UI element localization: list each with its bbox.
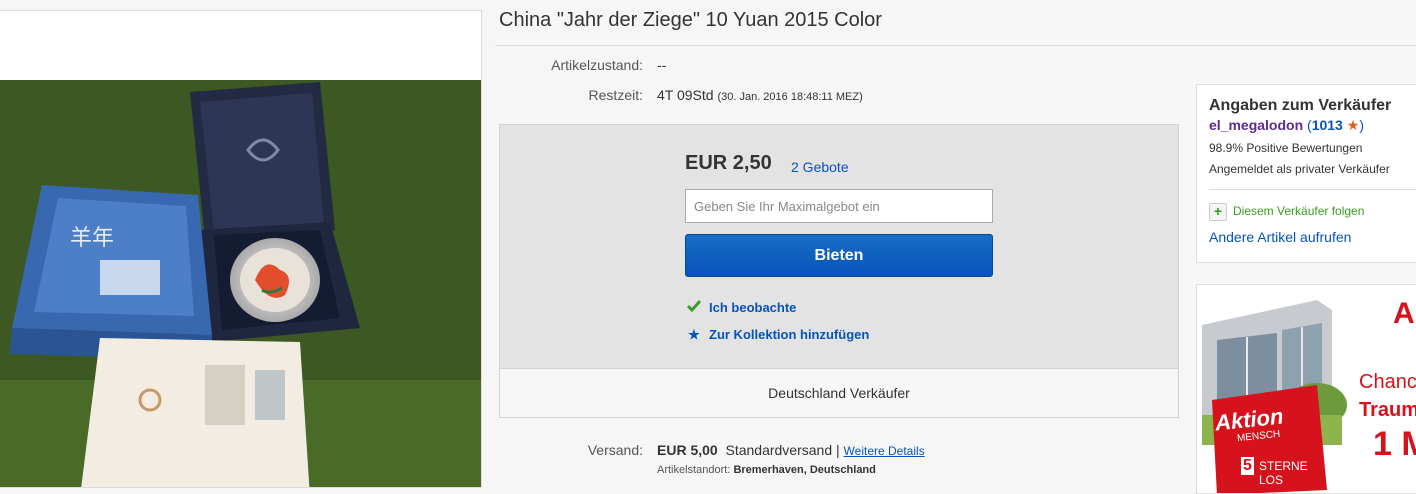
ad-badge-los: LOS	[1259, 473, 1284, 487]
svg-text:羊年: 羊年	[70, 226, 114, 251]
location-label: Artikelstandort:	[657, 464, 731, 476]
shipping-label: Versand:	[587, 442, 643, 458]
max-bid-input[interactable]	[685, 189, 993, 223]
watch-label: Ich beobachte	[709, 300, 797, 315]
title-divider	[495, 45, 1416, 46]
ad-badge-number: 5	[1241, 457, 1254, 475]
listing-title: China "Jahr der Ziege" 10 Yuan 2015 Colo…	[499, 9, 882, 31]
time-left-label: Restzeit:	[588, 87, 643, 103]
other-items-link[interactable]: Andere Artikel aufrufen	[1209, 229, 1351, 245]
account-type: Angemeldet als privater Verkäufer	[1209, 162, 1390, 176]
seller-row: el_megalodon (1013 ★)	[1209, 117, 1364, 134]
ad-banner[interactable]: A Chanc Traum 1 M Aktion MENSCH 5 STERNE…	[1196, 284, 1416, 494]
seller-heading: Angaben zum Verkäufer	[1209, 97, 1392, 114]
positive-feedback: 98.9% Positive Bewertungen	[1209, 141, 1363, 155]
ad-headline: A	[1393, 297, 1415, 330]
condition-value: --	[657, 57, 667, 73]
feedback-count-link[interactable]: 1013	[1312, 117, 1343, 133]
shipping-price: EUR 5,00	[657, 442, 718, 458]
item-location: Artikelstandort: Bremerhaven, Deutschlan…	[657, 464, 876, 476]
watch-link[interactable]: Ich beobachte	[685, 300, 796, 315]
location-value: Bremerhaven, Deutschland	[733, 464, 876, 476]
seller-info-box: Angaben zum Verkäufer el_megalodon (1013…	[1196, 84, 1416, 263]
image-panel: 羊年	[0, 10, 482, 488]
star-icon: ★	[688, 327, 700, 342]
end-time: (30. Jan. 2016 18:48:11 MEZ)	[717, 91, 863, 103]
checkmark-icon	[685, 300, 703, 315]
time-left: 4T 09Std (30. Jan. 2016 18:48:11 MEZ)	[657, 87, 863, 103]
shipping-info: EUR 5,00 Standardversand | Weitere Detai…	[657, 442, 925, 458]
ad-badge-stars: STERNE	[1259, 459, 1308, 473]
follow-label: Diesem Verkäufer folgen	[1233, 204, 1365, 219]
collection-label: Zur Kollektion hinzufügen	[709, 327, 870, 342]
follow-seller-link[interactable]: + Diesem Verkäufer folgen	[1209, 203, 1364, 221]
star-icon: ★	[1346, 117, 1360, 133]
ad-line2: Traum	[1359, 399, 1416, 421]
seller-divider	[1209, 189, 1416, 190]
ad-line3: 1 M	[1373, 425, 1416, 463]
plus-icon: +	[1209, 203, 1227, 221]
shipping-details-link[interactable]: Weitere Details	[844, 444, 925, 458]
condition-label: Artikelzustand:	[551, 57, 643, 73]
shipping-method: Standardversand	[725, 442, 833, 458]
feedback-close: )	[1359, 117, 1364, 133]
shipping-separator: |	[836, 442, 840, 458]
seller-country: Deutschland Verkäufer	[500, 368, 1178, 417]
current-price: EUR 2,50	[685, 152, 772, 174]
time-left-value: 4T 09Std	[657, 87, 714, 103]
bids-link[interactable]: 2 Gebote	[791, 159, 849, 175]
bid-box: EUR 2,50 2 Gebote Bieten Ich beobachte ★…	[499, 124, 1179, 418]
add-to-collection-link[interactable]: ★ Zur Kollektion hinzufügen	[685, 327, 869, 343]
product-image[interactable]: 羊年	[0, 80, 481, 487]
seller-name-link[interactable]: el_megalodon	[1209, 117, 1303, 133]
product-photo: 羊年	[0, 80, 481, 487]
bid-button[interactable]: Bieten	[685, 234, 993, 277]
ad-line1: Chanc	[1359, 371, 1416, 393]
